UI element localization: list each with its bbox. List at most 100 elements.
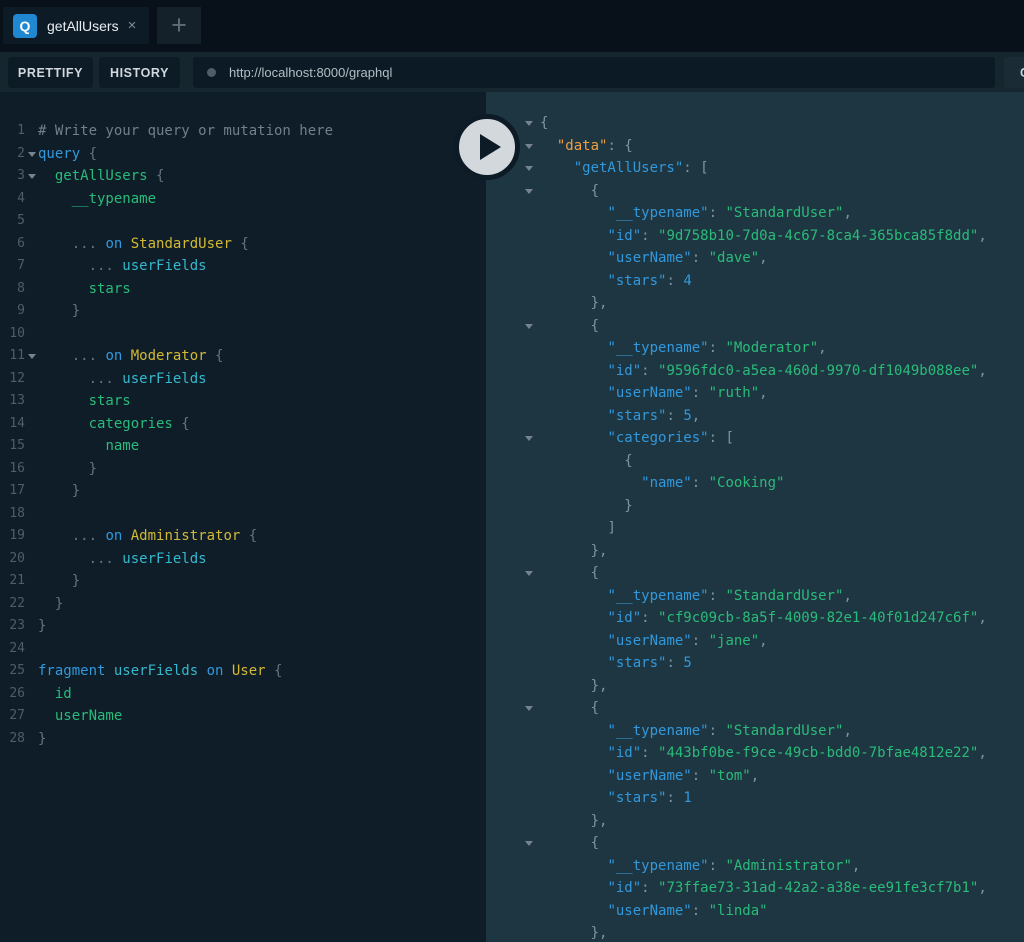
line-number: 10 — [0, 323, 25, 346]
line-number: 14 — [0, 413, 25, 436]
response-line: "__typename": "StandardUser", — [486, 720, 1024, 743]
editor-line: 18 — [0, 503, 486, 526]
code-token — [540, 228, 607, 244]
code-token — [38, 708, 55, 724]
tab-getallusers[interactable]: Q getAllUsers × — [3, 7, 149, 44]
code-token: : — [641, 880, 658, 896]
line-number: 24 — [0, 638, 25, 661]
response-line: }, — [486, 540, 1024, 563]
line-number: 25 — [0, 660, 25, 683]
code-token: : — [709, 723, 726, 739]
fold-arrow-icon[interactable] — [28, 354, 36, 359]
code-token — [540, 858, 607, 874]
code-token: 5 — [683, 655, 691, 671]
code-token: { — [591, 700, 599, 716]
response-line: "__typename": "Administrator", — [486, 855, 1024, 878]
endpoint-url-text: http://localhost:8000/graphql — [229, 65, 392, 80]
code-token: "id" — [607, 610, 641, 626]
code-token: , — [843, 723, 851, 739]
code-token — [540, 678, 591, 694]
fold-arrow-icon[interactable] — [28, 152, 36, 157]
play-icon — [480, 134, 501, 160]
editor-line: 23} — [0, 615, 486, 638]
response-line: "__typename": "StandardUser", — [486, 585, 1024, 608]
code-token: "userName" — [607, 768, 691, 784]
code-token: "StandardUser" — [725, 723, 843, 739]
fold-arrow-icon[interactable] — [525, 144, 533, 149]
response-line: { — [486, 562, 1024, 585]
fold-arrow-icon[interactable] — [525, 571, 533, 576]
response-line: "__typename": "StandardUser", — [486, 202, 1024, 225]
code-token: } — [89, 461, 97, 477]
fold-arrow-icon[interactable] — [28, 174, 36, 179]
code-token — [38, 371, 89, 387]
fold-arrow-icon[interactable] — [525, 166, 533, 171]
response-line: { — [486, 832, 1024, 855]
new-tab-button[interactable]: + — [157, 7, 201, 44]
line-number: 3 — [0, 165, 25, 188]
code-token: on — [105, 528, 122, 544]
code-token: "userName" — [607, 385, 691, 401]
query-editor[interactable]: 1# Write your query or mutation here2que… — [0, 92, 486, 942]
copy-curl-button[interactable]: COPY CURL — [1004, 57, 1024, 88]
code-token: , — [843, 588, 851, 604]
line-number: 2 — [0, 143, 25, 166]
code-token — [540, 453, 624, 469]
code-token — [540, 790, 607, 806]
response-line: "categories": [ — [486, 427, 1024, 450]
fold-arrow-icon[interactable] — [525, 189, 533, 194]
code-token — [540, 430, 607, 446]
code-token: 1 — [683, 790, 691, 806]
code-token — [540, 835, 591, 851]
fold-arrow-icon[interactable] — [525, 706, 533, 711]
code-token: { — [148, 168, 165, 184]
endpoint-url-input[interactable]: http://localhost:8000/graphql — [193, 57, 995, 88]
line-number: 9 — [0, 300, 25, 323]
code-token — [540, 588, 607, 604]
editor-line: 25fragment userFields on User { — [0, 660, 486, 683]
code-token — [540, 700, 591, 716]
code-token: : — [709, 858, 726, 874]
code-token: ... — [89, 258, 123, 274]
code-token: userFields — [122, 551, 206, 567]
code-token: "userName" — [607, 633, 691, 649]
fold-arrow-icon[interactable] — [525, 841, 533, 846]
code-token: , — [751, 768, 759, 784]
code-token: "stars" — [607, 408, 666, 424]
code-token — [38, 258, 89, 274]
code-token: , — [759, 385, 767, 401]
fold-arrow-icon[interactable] — [525, 436, 533, 441]
code-token: 4 — [683, 273, 691, 289]
code-token: "id" — [607, 228, 641, 244]
code-token — [38, 393, 89, 409]
editor-line: 9 } — [0, 300, 486, 323]
line-number: 28 — [0, 728, 25, 751]
response-line: "userName": "tom", — [486, 765, 1024, 788]
editor-line: 20 ... userFields — [0, 548, 486, 571]
code-token — [38, 281, 89, 297]
line-number: 11 — [0, 345, 25, 368]
history-button[interactable]: HISTORY — [99, 57, 180, 88]
tab-bar: Q getAllUsers × + — [0, 0, 1024, 52]
code-token: { — [232, 236, 249, 252]
code-token — [540, 543, 591, 559]
editor-line: 4 __typename — [0, 188, 486, 211]
query-tab-icon: Q — [13, 14, 37, 38]
response-line: }, — [486, 810, 1024, 833]
line-number: 23 — [0, 615, 25, 638]
fold-arrow-icon[interactable] — [525, 324, 533, 329]
response-line: "id": "73ffae73-31ad-42a2-a38e-ee91fe3cf… — [486, 877, 1024, 900]
code-token: "__typename" — [607, 858, 708, 874]
close-icon[interactable]: × — [128, 17, 137, 34]
code-token: : — [666, 273, 683, 289]
response-line: "__typename": "Moderator", — [486, 337, 1024, 360]
response-line: "id": "9596fdc0-a5ea-460d-9970-df1049b08… — [486, 360, 1024, 383]
editor-line: 17 } — [0, 480, 486, 503]
execute-query-button[interactable] — [454, 114, 520, 180]
fold-arrow-icon[interactable] — [525, 121, 533, 126]
prettify-button[interactable]: PRETTIFY — [8, 57, 93, 88]
code-token — [540, 768, 607, 784]
editor-line: 14 categories { — [0, 413, 486, 436]
code-token — [540, 160, 574, 176]
code-token: "categories" — [607, 430, 708, 446]
